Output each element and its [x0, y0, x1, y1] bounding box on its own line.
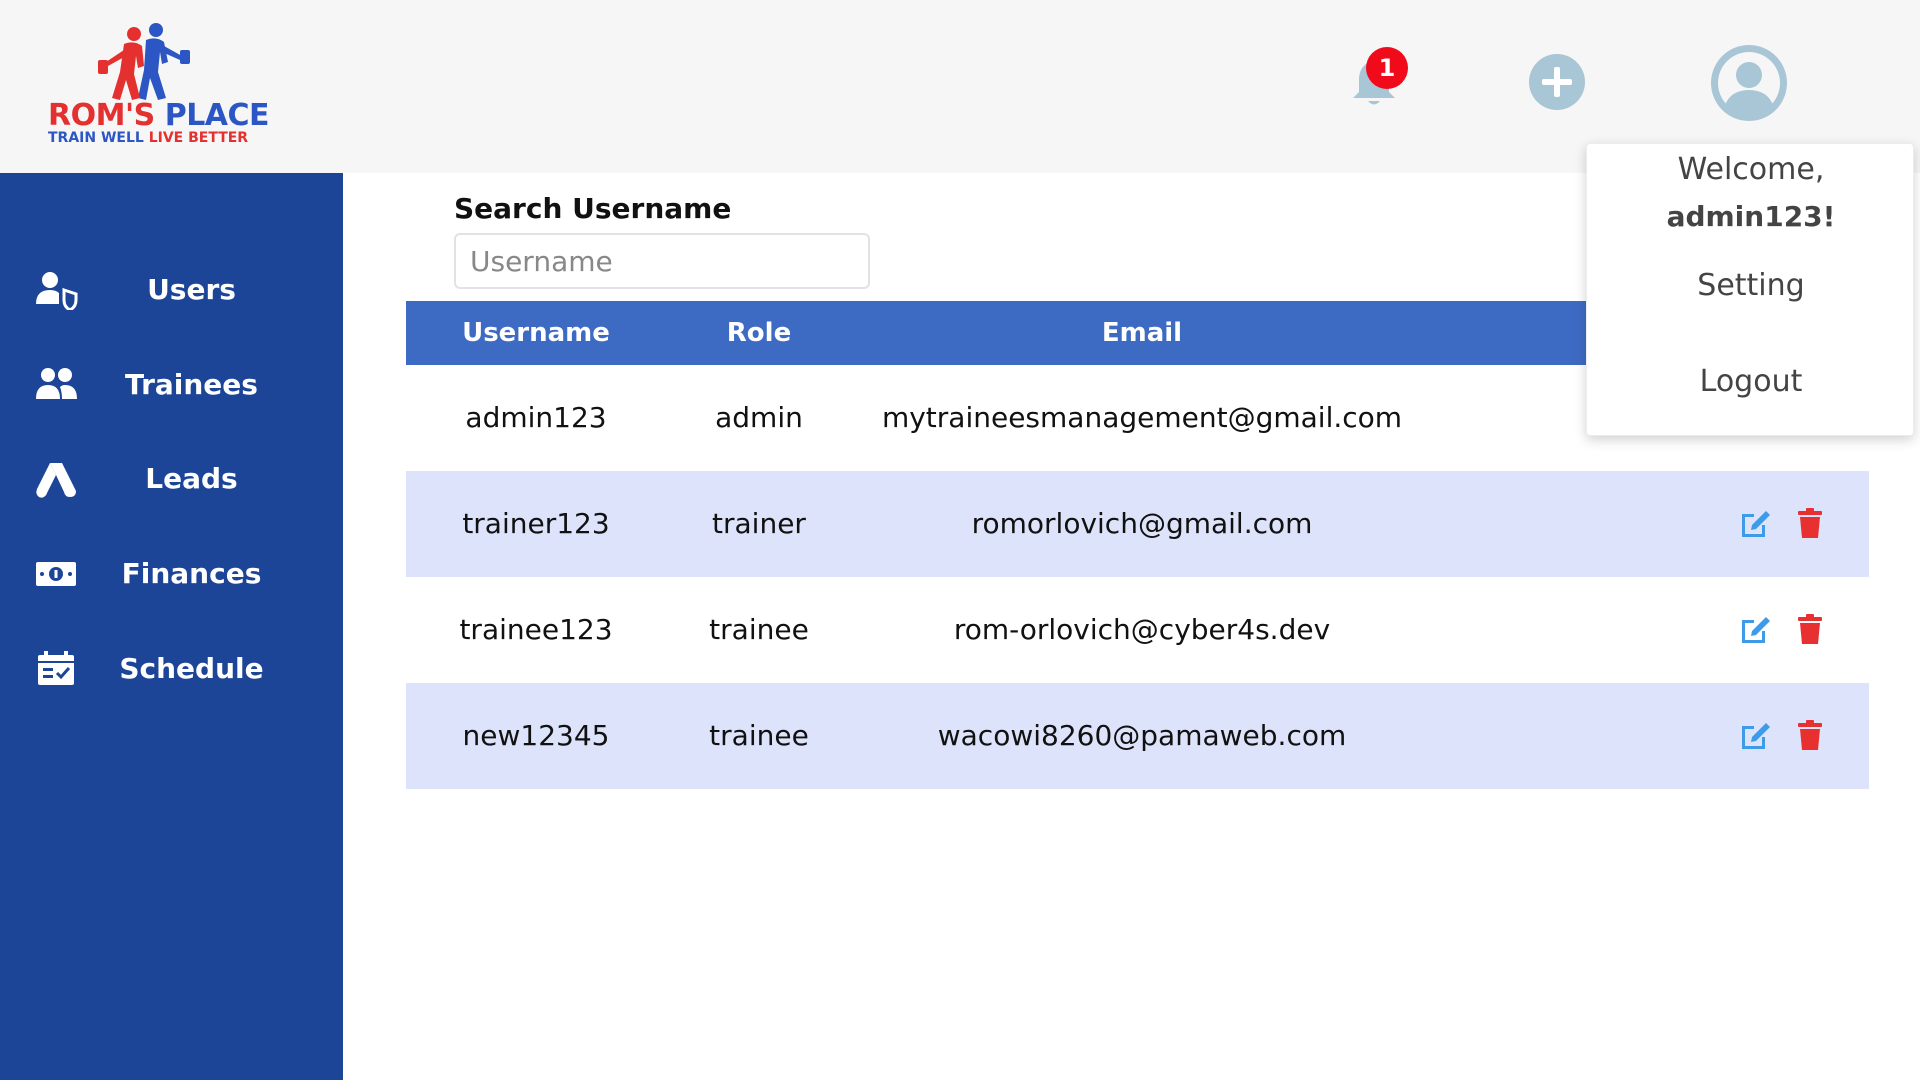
cell-username: new12345: [462, 719, 610, 752]
column-header-email: Email: [1101, 318, 1183, 348]
brand-name: ROM'S PLACE: [48, 98, 270, 133]
brand-tagline-part1: TRAIN WELL: [48, 130, 144, 146]
menu-item-logout[interactable]: Logout: [1587, 364, 1915, 399]
delete-button[interactable]: [1797, 507, 1823, 539]
delete-button[interactable]: [1797, 613, 1823, 645]
sidebar-item-label: Trainees: [125, 368, 258, 401]
cell-role: trainee: [709, 613, 809, 646]
leads-icon: [36, 463, 76, 498]
cell-role: trainer: [712, 507, 806, 540]
cell-email: wacowi8260@pamaweb.com: [937, 719, 1347, 752]
user-menu-dropdown: Welcome, admin123! Setting Logout: [1586, 143, 1914, 436]
sidebar-item-label: Schedule: [119, 652, 264, 685]
cell-email: romorlovich@gmail.com: [971, 507, 1313, 540]
welcome-username: admin123!: [1666, 200, 1836, 233]
edit-icon: [1742, 511, 1770, 537]
sidebar-item-leads[interactable]: Leads: [0, 439, 343, 519]
delete-button[interactable]: [1797, 719, 1823, 751]
users-icon: [36, 368, 77, 399]
trash-icon: [1798, 614, 1822, 644]
cell-username: trainee123: [459, 613, 613, 646]
athletes-logo-icon: [98, 23, 190, 100]
search-username-input[interactable]: [454, 233, 870, 289]
table-row: trainer123 trainer romorlovich@gmail.com: [406, 471, 1869, 577]
notification-badge: 1: [1366, 47, 1408, 89]
edit-icon: [1742, 617, 1770, 643]
add-button[interactable]: [1529, 54, 1585, 110]
cell-role: trainee: [709, 719, 809, 752]
sidebar-item-schedule[interactable]: Schedule: [0, 629, 343, 709]
sidebar-item-label: Users: [147, 273, 236, 306]
sidebar-nav: Users Trainees Leads Finances Schedule: [0, 173, 343, 1080]
edit-button[interactable]: [1738, 506, 1772, 540]
brand-logo[interactable]: ROM'S PLACE TRAIN WELL LIVE BETTER: [44, 22, 270, 152]
trash-icon: [1798, 508, 1822, 538]
table-row: new12345 trainee wacowi8260@pamaweb.com: [406, 683, 1869, 789]
brand-name-part1: ROM'S: [48, 98, 155, 133]
brand-tagline-part2: LIVE BETTER: [148, 130, 249, 146]
plus-circle-icon: [1529, 54, 1585, 110]
cell-email: rom-orlovich@cyber4s.dev: [953, 613, 1331, 646]
welcome-text: Welcome,: [1677, 152, 1825, 187]
search-username-label: Search Username: [454, 192, 732, 225]
cell-username: trainer123: [462, 507, 610, 540]
money-bill-icon: [36, 562, 76, 586]
column-header-role: Role: [726, 318, 792, 348]
cell-username: admin123: [465, 401, 607, 434]
user-avatar-button[interactable]: [1711, 45, 1787, 121]
column-header-username: Username: [462, 318, 610, 348]
sidebar-item-users[interactable]: Users: [0, 250, 343, 330]
user-shield-icon: [36, 272, 78, 310]
table-row: trainee123 trainee rom-orlovich@cyber4s.…: [406, 577, 1869, 683]
brand-tagline: TRAIN WELL LIVE BETTER: [48, 130, 248, 146]
sidebar-item-label: Finances: [121, 557, 262, 590]
sidebar-item-finances[interactable]: Finances: [0, 534, 343, 614]
calendar-check-icon: [38, 651, 74, 685]
sidebar-item-trainees[interactable]: Trainees: [0, 345, 343, 425]
menu-item-setting[interactable]: Setting: [1587, 268, 1915, 303]
edit-button[interactable]: [1738, 612, 1772, 646]
brand-name-part2: PLACE: [164, 98, 270, 133]
trash-icon: [1798, 720, 1822, 750]
edit-icon: [1742, 723, 1770, 749]
sidebar-item-label: Leads: [145, 462, 238, 495]
user-avatar-icon: [1711, 45, 1787, 121]
edit-button[interactable]: [1738, 718, 1772, 752]
cell-role: admin: [715, 401, 803, 434]
cell-email: mytraineesmanagement@gmail.com: [881, 401, 1403, 434]
